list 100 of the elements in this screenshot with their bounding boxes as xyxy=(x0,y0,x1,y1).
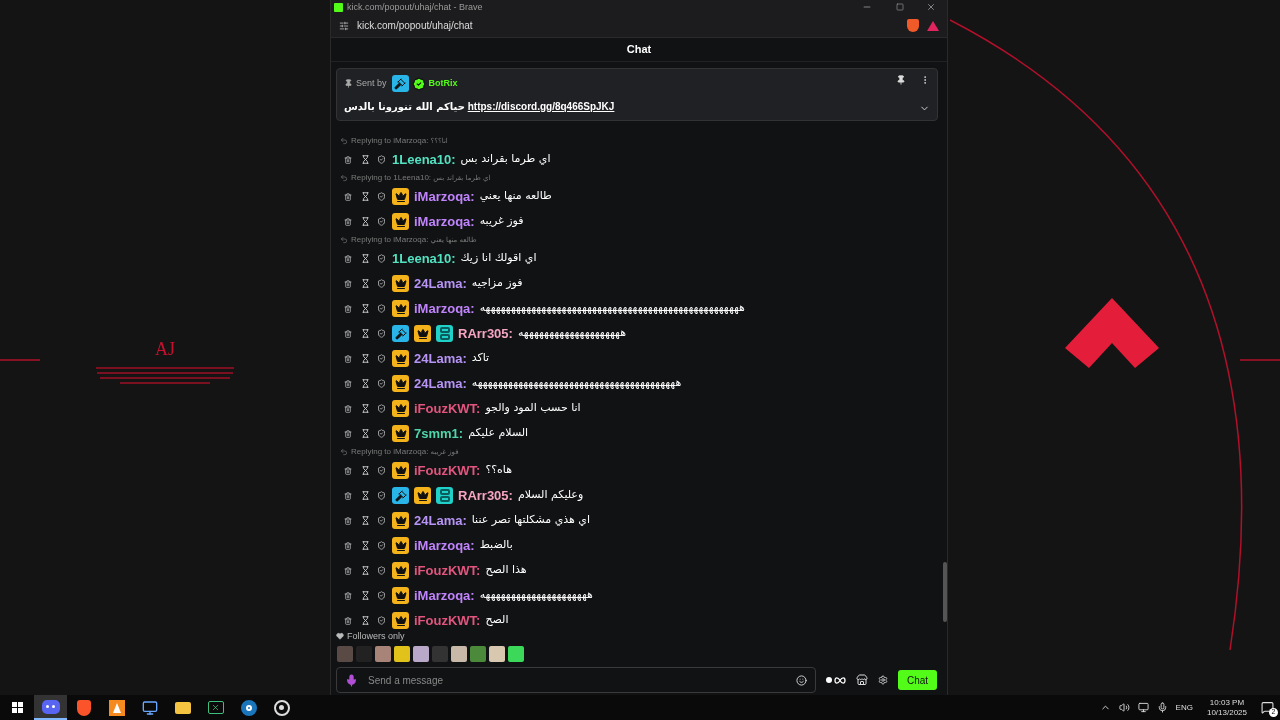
delete-icon[interactable] xyxy=(344,429,352,438)
timeout-icon[interactable] xyxy=(361,155,370,164)
shield-icon[interactable] xyxy=(907,19,919,32)
scrollbar-thumb[interactable] xyxy=(943,561,947,622)
shield-icon[interactable] xyxy=(377,279,386,288)
chat-username[interactable]: iFouzKWT: xyxy=(414,560,481,581)
clock[interactable]: 10:03 PM 10/13/2025 xyxy=(1206,697,1247,718)
triangle-icon[interactable] xyxy=(927,20,939,31)
language-indicator[interactable]: ENG xyxy=(1175,701,1193,714)
shield-icon[interactable] xyxy=(377,466,386,475)
delete-icon[interactable] xyxy=(344,379,352,388)
shield-icon[interactable] xyxy=(377,155,386,164)
timeout-icon[interactable] xyxy=(361,616,370,625)
steam-icon[interactable] xyxy=(240,699,257,716)
delete-icon[interactable] xyxy=(344,466,352,475)
chat-username[interactable]: 24Lama: xyxy=(414,510,467,531)
chat-username[interactable]: iFouzKWT: xyxy=(414,610,481,631)
timeout-icon[interactable] xyxy=(361,279,370,288)
message-field[interactable]: Send a message xyxy=(336,667,816,693)
shield-icon[interactable] xyxy=(377,379,386,388)
delete-icon[interactable] xyxy=(344,192,352,201)
delete-icon[interactable] xyxy=(344,354,352,363)
shield-icon[interactable] xyxy=(377,254,386,263)
timeout-icon[interactable] xyxy=(361,217,370,226)
timeout-icon[interactable] xyxy=(361,354,370,363)
shield-icon[interactable] xyxy=(377,516,386,525)
chat-username[interactable]: RArr305: xyxy=(458,485,513,506)
timeout-icon[interactable] xyxy=(361,491,370,500)
gamepad-icon[interactable] xyxy=(41,699,60,714)
ring-icon[interactable] xyxy=(273,699,290,716)
timeout-icon[interactable] xyxy=(361,404,370,413)
message-input[interactable]: Send a message xyxy=(368,672,786,688)
delete-icon[interactable] xyxy=(344,616,352,625)
send-chat-button[interactable]: Chat xyxy=(898,670,938,690)
shield-icon[interactable] xyxy=(377,541,386,550)
monitor-icon[interactable] xyxy=(141,699,158,716)
monitor-icon[interactable] xyxy=(1137,702,1149,713)
delete-icon[interactable] xyxy=(344,491,352,500)
timeout-icon[interactable] xyxy=(361,379,370,388)
shield-icon[interactable] xyxy=(377,429,386,438)
delete-icon[interactable] xyxy=(344,516,352,525)
timeout-icon[interactable] xyxy=(361,429,370,438)
chat-username[interactable]: iFouzKWT: xyxy=(414,460,481,481)
emoji-icon[interactable] xyxy=(796,674,807,686)
chat-username[interactable]: iFouzKWT: xyxy=(414,398,481,419)
timeout-icon[interactable] xyxy=(361,329,370,338)
timeout-icon[interactable] xyxy=(361,254,370,263)
chat-username[interactable]: 1Leena10: xyxy=(392,149,456,170)
chat-username[interactable]: 7smm1: xyxy=(414,423,464,444)
shield-icon[interactable] xyxy=(377,304,386,313)
shield-icon[interactable] xyxy=(377,329,386,338)
chat-username[interactable]: 24Lama: xyxy=(414,373,467,394)
shield-icon[interactable] xyxy=(377,192,386,201)
chat-username[interactable]: RArr305: xyxy=(458,323,513,344)
speaker-icon[interactable] xyxy=(1118,702,1130,713)
site-settings-icon[interactable] xyxy=(339,20,349,31)
shield-icon[interactable] xyxy=(377,354,386,363)
delete-icon[interactable] xyxy=(344,329,352,338)
delete-icon[interactable] xyxy=(344,404,352,413)
timeout-icon[interactable] xyxy=(361,541,370,550)
delete-icon[interactable] xyxy=(344,254,352,263)
pin-icon[interactable] xyxy=(896,75,906,85)
discord-link[interactable]: https://discord.gg/8q466SpJKJ xyxy=(467,101,615,112)
timeout-icon[interactable] xyxy=(361,304,370,313)
shield-icon[interactable] xyxy=(377,616,386,625)
chat-username[interactable]: iMarzoqa: xyxy=(414,585,475,606)
chat-username[interactable]: 1Leena10: xyxy=(392,248,456,269)
microphone-icon[interactable] xyxy=(1156,702,1168,713)
shield-icon[interactable] xyxy=(377,591,386,600)
taskbar-app[interactable] xyxy=(34,695,67,720)
delete-icon[interactable] xyxy=(344,279,352,288)
shield-icon[interactable] xyxy=(377,491,386,500)
shield-icon[interactable] xyxy=(377,566,386,575)
shield-icon[interactable] xyxy=(377,404,386,413)
timeout-icon[interactable] xyxy=(361,591,370,600)
points-icon[interactable] xyxy=(826,676,846,684)
cone-app-icon[interactable] xyxy=(108,699,125,716)
timeout-icon[interactable] xyxy=(361,516,370,525)
delete-icon[interactable] xyxy=(344,155,352,164)
chat-username[interactable]: iMarzoqa: xyxy=(414,211,475,232)
delete-icon[interactable] xyxy=(344,304,352,313)
timeout-icon[interactable] xyxy=(361,192,370,201)
folder-icon[interactable] xyxy=(174,701,191,714)
chat-username[interactable]: iMarzoqa: xyxy=(414,298,475,319)
delete-icon[interactable] xyxy=(344,541,352,550)
chat-username[interactable]: 24Lama: xyxy=(414,348,467,369)
settings-icon[interactable] xyxy=(878,675,888,685)
timeout-icon[interactable] xyxy=(361,466,370,475)
pinned-author-name[interactable]: BotRix xyxy=(428,76,458,91)
delete-icon[interactable] xyxy=(344,591,352,600)
store-icon[interactable] xyxy=(856,674,868,686)
shield-icon[interactable] xyxy=(377,217,386,226)
chat-username[interactable]: iMarzoqa: xyxy=(414,535,475,556)
delete-icon[interactable] xyxy=(344,217,352,226)
chat-username[interactable]: iMarzoqa: xyxy=(414,186,475,207)
chat-username[interactable]: 24Lama: xyxy=(414,273,467,294)
timeout-icon[interactable] xyxy=(361,566,370,575)
terminal-icon[interactable] xyxy=(207,701,224,714)
delete-icon[interactable] xyxy=(344,566,352,575)
microphone-icon[interactable] xyxy=(345,673,358,687)
